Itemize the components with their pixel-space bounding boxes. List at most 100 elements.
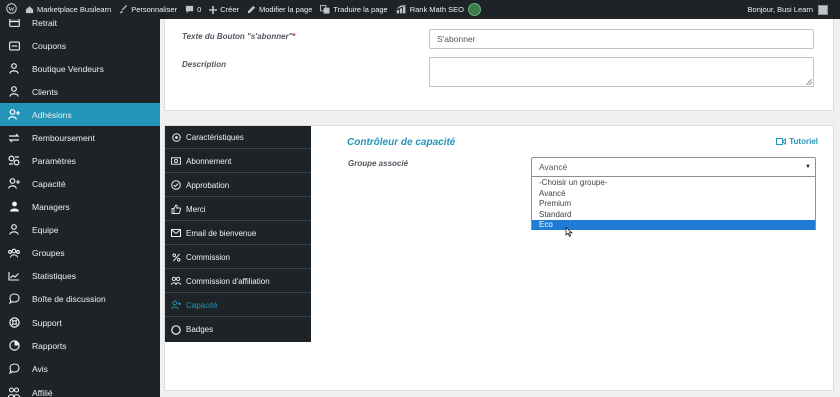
settings-icon (8, 155, 20, 167)
sidebar-item-label: Boutique Vendeurs (32, 63, 104, 74)
site-name: Marketplace Busilearn (37, 5, 112, 14)
tab-merci[interactable]: Merci (165, 198, 311, 221)
tab-caracteristiques[interactable]: Caractéristiques (165, 126, 311, 149)
plus-icon (209, 5, 218, 14)
group-option-highlighted[interactable]: Eco (532, 219, 815, 230)
button-text-label: Texte du Bouton "s'abonner"* (182, 32, 296, 41)
sidebar-item-coupons[interactable]: Coupons (0, 34, 160, 57)
translate-icon (320, 5, 330, 14)
group-option[interactable]: Standard (532, 210, 815, 221)
button-text-label-text: Texte du Bouton "s'abonner" (182, 32, 293, 41)
customize-link[interactable]: Personnaliser (115, 0, 181, 19)
tab-commission-affiliation[interactable]: Commission d'affiliation (165, 270, 311, 293)
mouse-cursor-icon (565, 224, 573, 242)
user-icon (8, 86, 20, 98)
chat-icon (8, 293, 20, 305)
video-icon (776, 138, 787, 145)
sidebar-item-boite-de-discussion[interactable]: Boîte de discussion (0, 287, 160, 310)
sidebar-item-label: Rapports (32, 340, 67, 351)
account-menu[interactable]: Bonjour, Busi Learn (748, 0, 840, 19)
edit-page-label: Modifier la page (259, 5, 313, 14)
circle-icon (171, 324, 181, 335)
sidebar-item-label: Affilié (32, 387, 53, 397)
wordpress-icon: W (6, 3, 17, 16)
avatar (818, 4, 828, 15)
sidebar-item-remboursement[interactable]: Remboursement (0, 126, 160, 149)
gear-icon (171, 132, 181, 142)
translate-link[interactable]: Traduire la page (316, 0, 391, 19)
user-plus-icon (8, 178, 20, 190)
sidebar-item-label: Remboursement (32, 132, 95, 143)
sidebar-item-label: Capacité (32, 178, 66, 189)
tab-label: Commission d'affiliation (186, 276, 270, 286)
sidebar-item-managers[interactable]: Managers (0, 195, 160, 218)
sidebar-item-label: Adhésions (32, 109, 72, 120)
rank-math-label: Rank Math SEO (409, 5, 464, 14)
tab-capacite[interactable]: Capacité (165, 294, 311, 317)
description-textarea[interactable] (429, 57, 814, 87)
pie-icon (8, 340, 20, 352)
button-text-input[interactable]: S'abonner (429, 29, 814, 49)
support-icon (8, 317, 20, 329)
user-plus-icon (171, 300, 181, 310)
sidebar-item-label: Coupons (32, 40, 67, 51)
group-option[interactable]: -Choisir un groupe- (532, 178, 815, 189)
tab-email-de-bienvenue[interactable]: Email de bienvenue (165, 222, 311, 245)
affiliate-icon (8, 387, 20, 397)
sidebar-item-adhesions[interactable]: Adhésions (0, 103, 160, 126)
tutorial-link[interactable]: Tutoriel (776, 137, 818, 146)
sidebar-item-groupes[interactable]: Groupes (0, 241, 160, 264)
wordpress-logo-button[interactable]: W (0, 0, 21, 19)
group-select[interactable]: Avancé ▼ (531, 157, 816, 177)
new-label: Créer (220, 5, 239, 14)
site-name-link[interactable]: Marketplace Busilearn (21, 0, 115, 19)
caret-down-icon: ▼ (805, 164, 811, 170)
tab-label: Commission (186, 252, 231, 262)
rank-math-icon (396, 5, 407, 14)
sidebar-item-support[interactable]: Support (0, 311, 160, 334)
sidebar-item-statistiques[interactable]: Statistiques (0, 264, 160, 287)
chart-icon (8, 270, 20, 282)
sidebar-item-label: Managers (32, 201, 70, 212)
sidebar-item-parametres[interactable]: Paramètres (0, 149, 160, 172)
sidebar-item-affilie[interactable]: Affilié (0, 381, 160, 397)
group-select-value: Avancé (539, 162, 568, 172)
tab-approbation[interactable]: Approbation (165, 174, 311, 197)
comment-icon (185, 5, 194, 14)
sidebar-item-clients[interactable]: Clients (0, 80, 160, 103)
rank-math-link[interactable]: Rank Math SEO (392, 0, 485, 19)
button-text-value: S'abonner (437, 34, 476, 44)
svg-text:W: W (8, 6, 15, 13)
sidebar-item-label: Statistiques (32, 270, 76, 281)
check-circle-icon (171, 180, 181, 190)
chat-icon (8, 363, 20, 375)
sidebar-item-capacite[interactable]: Capacité (0, 172, 160, 195)
sidebar-item-avis[interactable]: Avis (0, 357, 160, 380)
new-content-link[interactable]: Créer (205, 0, 243, 19)
sidebar-item-boutique-vendeurs[interactable]: Boutique Vendeurs (0, 57, 160, 80)
comments-count: 0 (197, 5, 202, 14)
group-label: Groupe associé (348, 159, 409, 168)
greeting: Bonjour, Busi Learn (747, 5, 813, 14)
group-option[interactable]: Premium (532, 199, 815, 210)
groups-icon (8, 247, 20, 259)
edit-page-link[interactable]: Modifier la page (243, 0, 316, 19)
seo-score-badge (467, 3, 481, 16)
capacity-section-title: Contrôleur de capacité (347, 137, 456, 148)
managers-icon (8, 201, 20, 213)
sidebar-item-label: Boîte de discussion (32, 293, 106, 304)
mail-icon (171, 228, 181, 238)
resize-handle[interactable] (806, 79, 812, 85)
comments-link[interactable]: 0 (181, 0, 205, 19)
tutorial-label: Tutoriel (789, 137, 818, 146)
sidebar-item-retrait[interactable]: Retrait (0, 19, 160, 34)
required-mark: * (292, 32, 296, 41)
tab-label: Approbation (186, 180, 230, 190)
money-icon (171, 156, 181, 166)
group-option[interactable]: Avancé (532, 189, 815, 200)
tab-abonnement[interactable]: Abonnement (165, 150, 311, 173)
tab-commission[interactable]: Commission (165, 246, 311, 269)
tab-badges[interactable]: Badges (165, 318, 311, 341)
sidebar-item-equipe[interactable]: Equipe (0, 218, 160, 241)
sidebar-item-rapports[interactable]: Rapports (0, 334, 160, 357)
